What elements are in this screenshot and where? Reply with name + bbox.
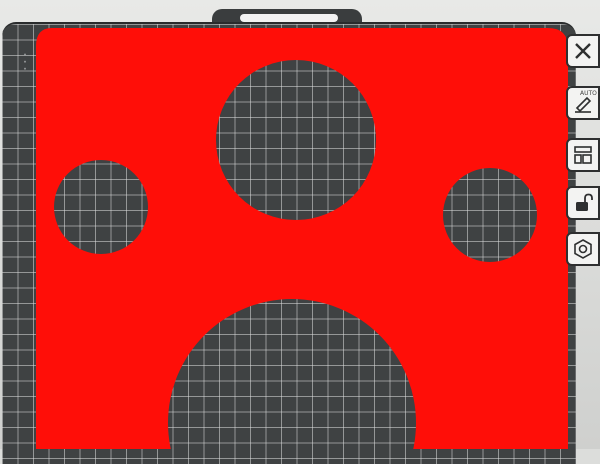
settings-button[interactable] — [566, 232, 600, 266]
close-icon — [575, 43, 591, 59]
auto-arrange-label: AUTO — [580, 90, 597, 97]
layout-icon — [574, 146, 592, 164]
unlock-icon — [576, 193, 593, 211]
lock-button[interactable] — [566, 186, 600, 220]
close-button[interactable] — [566, 34, 600, 68]
settings-icon — [574, 239, 592, 259]
mask-overlay — [36, 28, 568, 449]
auto-arrange-button[interactable]: AUTO — [566, 86, 600, 120]
red-mask-shape[interactable] — [36, 28, 568, 449]
layout-button[interactable] — [566, 138, 600, 172]
